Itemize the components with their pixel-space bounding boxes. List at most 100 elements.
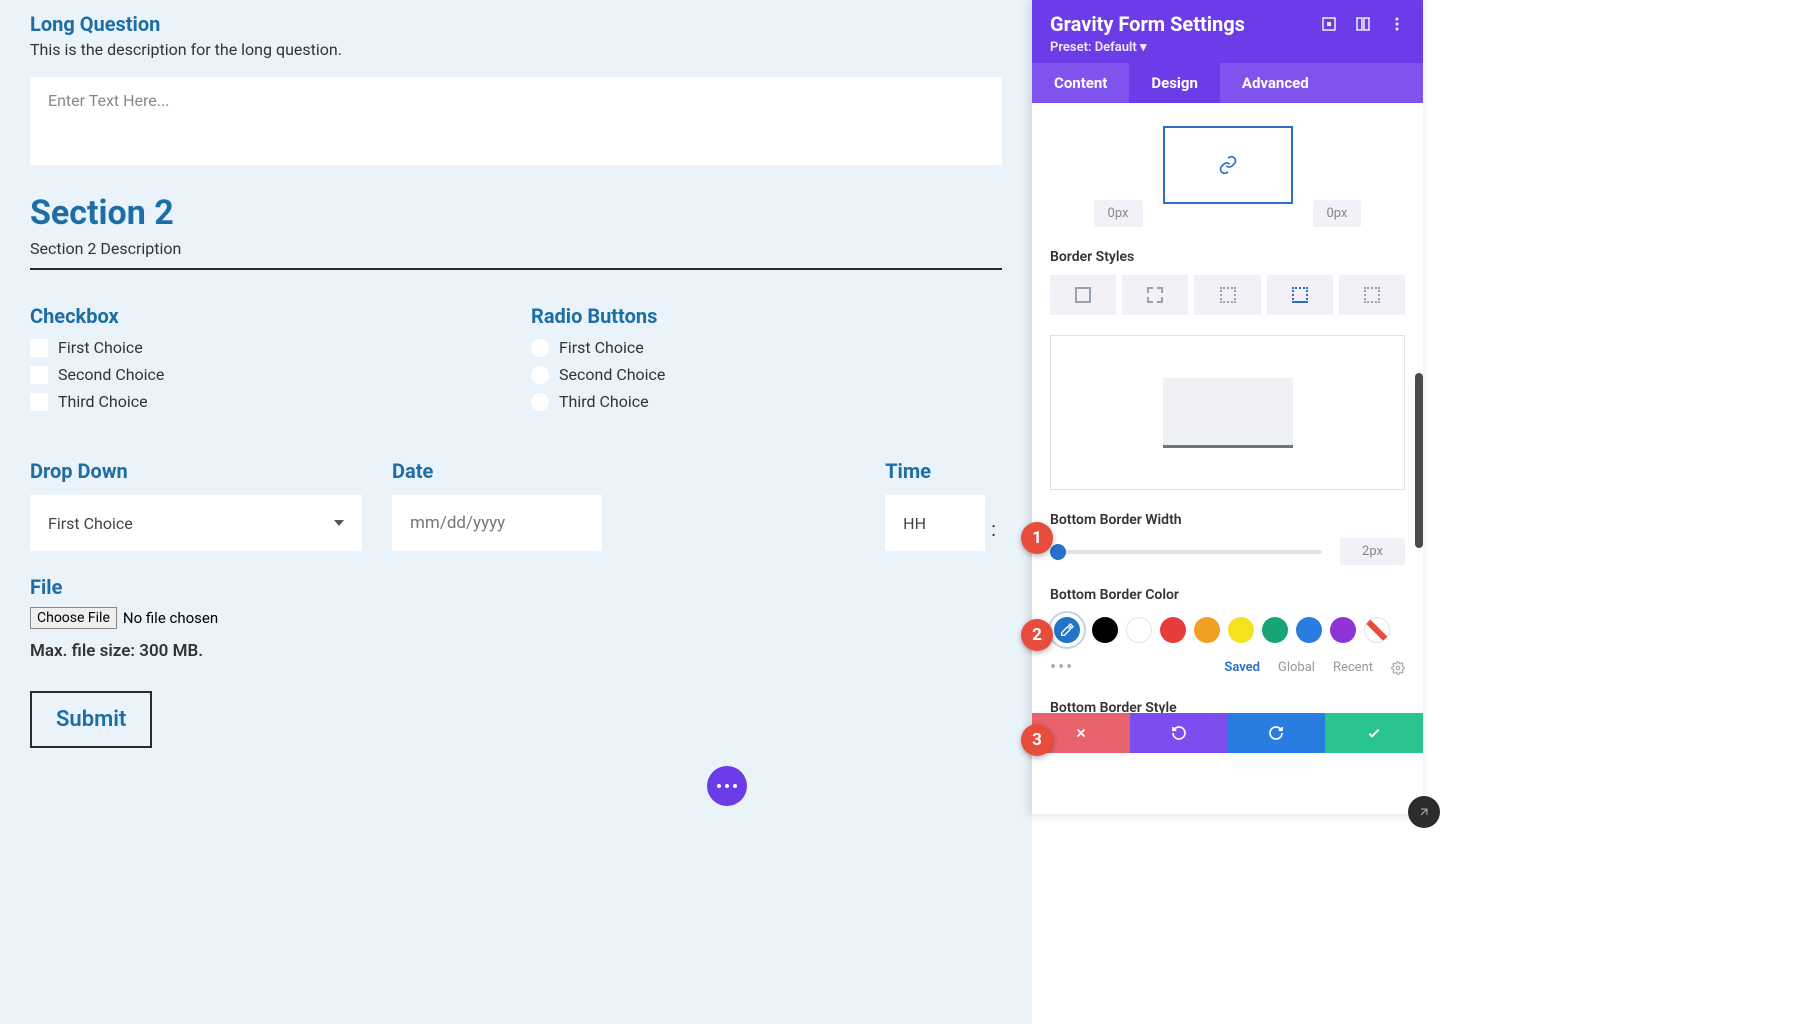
dropdown-value: First Choice	[48, 514, 133, 533]
border-style-dotted[interactable]	[1194, 275, 1260, 315]
panel-preset[interactable]: Preset: Default ▾	[1050, 40, 1245, 55]
close-icon	[1074, 726, 1088, 740]
checkbox-icon	[30, 339, 48, 357]
border-style-solid-all[interactable]	[1050, 275, 1116, 315]
bottom-border-color-label: Bottom Border Color	[1050, 587, 1405, 603]
choice-label: Second Choice	[58, 365, 164, 384]
radio-icon	[531, 393, 549, 411]
tab-content[interactable]: Content	[1032, 63, 1129, 103]
tab-advanced[interactable]: Advanced	[1220, 63, 1331, 103]
panel-tabs: Content Design Advanced	[1032, 63, 1423, 103]
long-question-input[interactable]: Enter Text Here...	[30, 77, 1002, 165]
check-icon	[1366, 725, 1382, 741]
swatch-white[interactable]	[1126, 617, 1152, 643]
checkbox-choice-3[interactable]: Third Choice	[30, 392, 501, 411]
choice-label: Third Choice	[559, 392, 649, 411]
dropdown-field[interactable]: First Choice	[30, 495, 362, 551]
time-label: Time	[885, 459, 1002, 483]
time-separator: :	[991, 493, 996, 541]
expand-diagonal-icon	[1417, 805, 1431, 819]
more-vertical-icon[interactable]	[1389, 16, 1405, 32]
border-style-dotted2[interactable]	[1339, 275, 1405, 315]
checkbox-choice-2[interactable]: Second Choice	[30, 365, 501, 384]
eyedropper-icon	[1059, 622, 1075, 638]
swatch-none[interactable]	[1364, 617, 1390, 643]
border-style-picker	[1050, 275, 1405, 315]
expand-floating-button[interactable]	[1408, 796, 1440, 828]
radio-label: Radio Buttons	[531, 304, 1002, 328]
more-dots-icon[interactable]: •••	[1050, 657, 1074, 678]
file-status-text: No file chosen	[123, 609, 218, 627]
date-label: Date	[392, 459, 602, 483]
checkbox-icon	[30, 366, 48, 384]
px-right[interactable]: 0px	[1313, 200, 1362, 227]
swatch-blue[interactable]	[1296, 617, 1322, 643]
choice-label: Second Choice	[559, 365, 665, 384]
settings-panel: Gravity Form Settings Preset: Default ▾ …	[1032, 0, 1423, 814]
annotation-marker-2: 2	[1021, 619, 1053, 651]
px-left[interactable]: 0px	[1094, 200, 1143, 227]
date-field[interactable]: mm/dd/yyyy	[392, 495, 602, 551]
section-2-desc: Section 2 Description	[30, 239, 1002, 258]
fab-more-button[interactable]	[707, 766, 747, 806]
swatch-orange[interactable]	[1194, 617, 1220, 643]
gear-icon[interactable]	[1391, 661, 1405, 675]
border-style-bottom-solid[interactable]	[1267, 275, 1333, 315]
border-width-value[interactable]: 2px	[1340, 538, 1405, 565]
choice-label: First Choice	[559, 338, 644, 357]
checkbox-icon	[30, 393, 48, 411]
border-preview	[1050, 335, 1405, 490]
link-preview-box[interactable]	[1163, 126, 1293, 204]
radio-choice-1[interactable]: First Choice	[531, 338, 1002, 357]
redo-icon	[1268, 725, 1284, 741]
scrollbar[interactable]	[1415, 373, 1423, 548]
border-style-dashed[interactable]	[1122, 275, 1188, 315]
checkbox-label: Checkbox	[30, 304, 501, 328]
file-hint: Max. file size: 300 MB.	[30, 641, 1002, 661]
choice-label: First Choice	[58, 338, 143, 357]
tab-design[interactable]: Design	[1129, 63, 1220, 103]
border-width-slider[interactable]	[1050, 550, 1322, 554]
checkbox-choice-1[interactable]: First Choice	[30, 338, 501, 357]
color-tab-global[interactable]: Global	[1278, 660, 1315, 675]
file-choose-button[interactable]: Choose File	[30, 607, 117, 629]
chevron-down-icon	[334, 520, 344, 526]
dot-icon	[717, 784, 721, 788]
dropdown-label: Drop Down	[30, 459, 362, 483]
undo-icon	[1171, 725, 1187, 741]
color-swatches	[1050, 613, 1405, 647]
bottom-border-width-label: Bottom Border Width	[1050, 512, 1405, 528]
section-2-title: Section 2	[30, 193, 1002, 233]
confirm-button[interactable]	[1325, 713, 1423, 753]
panel-footer	[1032, 713, 1423, 753]
color-picker-button[interactable]	[1050, 613, 1084, 647]
panel-title: Gravity Form Settings	[1050, 12, 1245, 36]
color-tab-saved[interactable]: Saved	[1224, 660, 1260, 675]
swatch-yellow[interactable]	[1228, 617, 1254, 643]
swatch-black[interactable]	[1092, 617, 1118, 643]
time-hh-field[interactable]: HH	[885, 495, 985, 551]
dot-icon	[725, 784, 729, 788]
swatch-purple[interactable]	[1330, 617, 1356, 643]
radio-choice-2[interactable]: Second Choice	[531, 365, 1002, 384]
radio-choice-3[interactable]: Third Choice	[531, 392, 1002, 411]
submit-button[interactable]: Submit	[30, 691, 152, 748]
swatch-red[interactable]	[1160, 617, 1186, 643]
annotation-marker-3: 3	[1021, 724, 1053, 756]
expand-square-icon[interactable]	[1321, 16, 1337, 32]
file-label: File	[30, 575, 1002, 599]
long-question-title: Long Question	[30, 12, 1002, 36]
choice-label: Third Choice	[58, 392, 148, 411]
undo-button[interactable]	[1130, 713, 1228, 753]
form-canvas: Long Question This is the description fo…	[0, 0, 1032, 1024]
radio-icon	[531, 339, 549, 357]
bottom-border-style-label: Bottom Border Style	[1050, 700, 1405, 713]
border-styles-label: Border Styles	[1050, 249, 1405, 265]
long-question-desc: This is the description for the long que…	[30, 40, 1002, 59]
annotation-marker-1: 1	[1021, 522, 1053, 554]
color-tab-recent[interactable]: Recent	[1333, 660, 1373, 675]
redo-button[interactable]	[1228, 713, 1326, 753]
slider-thumb[interactable]	[1050, 544, 1066, 560]
columns-icon[interactable]	[1355, 16, 1371, 32]
swatch-green[interactable]	[1262, 617, 1288, 643]
